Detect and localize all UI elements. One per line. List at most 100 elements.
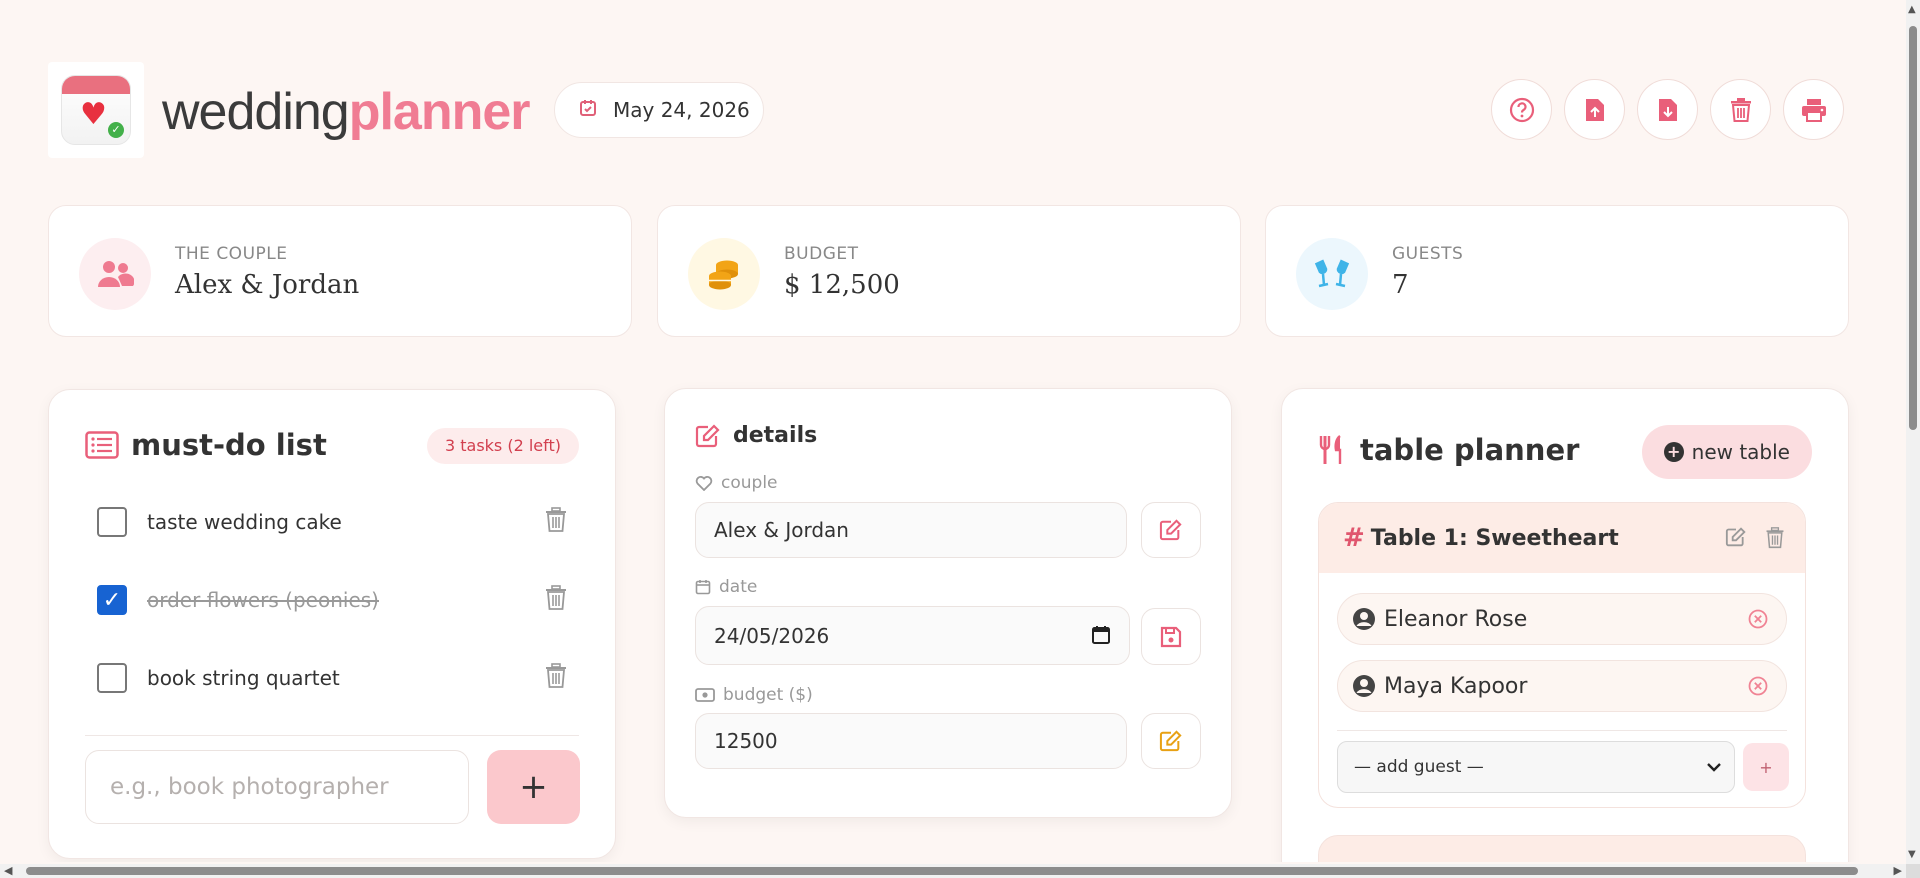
delete-task-icon[interactable] — [545, 585, 567, 615]
guest-chip: Maya Kapoor — [1337, 660, 1787, 712]
brand-title: weddingplanner — [162, 82, 531, 142]
heart-icon — [695, 476, 713, 491]
add-task-button[interactable]: + — [487, 750, 580, 824]
scroll-up-arrow-icon[interactable]: ▲ — [1908, 4, 1916, 15]
new-task-input[interactable] — [85, 750, 469, 824]
coins-icon — [688, 238, 760, 310]
new-table-label: new table — [1691, 440, 1790, 464]
couple-label: couple — [695, 473, 778, 493]
table-card-actions — [1725, 527, 1785, 553]
new-table-button[interactable]: + new table — [1641, 425, 1812, 479]
calendar-picker-icon[interactable] — [1091, 625, 1111, 650]
task-item: taste wedding cake — [97, 502, 567, 542]
money-bill-icon — [695, 688, 715, 702]
must-do-title: must-do list — [85, 428, 327, 462]
table-planner-panel: table planner + new table # Table 1: Swe… — [1281, 388, 1849, 862]
table-planner-title-text: table planner — [1360, 433, 1580, 467]
edit-icon — [1159, 519, 1182, 541]
horizontal-scrollbar[interactable]: ◀ ▶ — [0, 864, 1906, 878]
table-card: # Table 1: Sweetheart Eleanor Rose Maya … — [1318, 502, 1806, 808]
delete-task-icon[interactable] — [545, 507, 567, 537]
guest-name: Maya Kapoor — [1384, 673, 1528, 699]
date-input-value: 24/05/2026 — [714, 623, 830, 648]
couple-input[interactable]: Alex & Jordan — [695, 502, 1127, 558]
delete-task-icon[interactable] — [545, 663, 567, 693]
task-checkbox[interactable] — [97, 663, 127, 693]
users-icon — [79, 238, 151, 310]
details-title-text: details — [733, 423, 818, 448]
must-do-panel: must-do list 3 tasks (2 left) taste wedd… — [48, 389, 616, 859]
utensils-icon — [1319, 435, 1342, 464]
wedding-date-pill: May 24, 2026 — [554, 82, 764, 138]
budget-label: budget ($) — [695, 685, 813, 705]
budget-label-text: budget ($) — [723, 685, 813, 705]
divider — [1337, 730, 1787, 731]
add-guest-select[interactable]: — add guest — — [1337, 741, 1735, 793]
task-label: book string quartet — [147, 666, 340, 690]
table-card — [1318, 835, 1806, 862]
help-button[interactable] — [1491, 79, 1552, 140]
plus-circle-icon: + — [1663, 442, 1684, 462]
import-button[interactable] — [1637, 79, 1698, 140]
edit-couple-button[interactable] — [1141, 502, 1201, 558]
print-icon — [1801, 98, 1826, 122]
guest-name: Eleanor Rose — [1384, 606, 1528, 632]
list-icon — [85, 431, 119, 459]
guest-chip: Eleanor Rose — [1337, 593, 1787, 645]
table-planner-title: table planner — [1318, 433, 1579, 467]
edit-budget-button[interactable] — [1141, 713, 1201, 769]
clear-all-button[interactable] — [1710, 79, 1771, 140]
must-do-title-text: must-do list — [131, 428, 327, 462]
horizontal-scroll-thumb[interactable] — [26, 867, 1858, 875]
add-guest-button[interactable]: + — [1743, 743, 1789, 791]
table-name: Table 1: Sweetheart — [1370, 525, 1619, 551]
champagne-glasses-icon — [1296, 238, 1368, 310]
brand-title-light: wedding — [162, 83, 350, 141]
scrollbar-corner — [1906, 864, 1920, 878]
guests-stat-label: GUESTS — [1392, 244, 1464, 264]
add-guest-select-value: — add guest — — [1354, 757, 1484, 777]
scroll-left-arrow-icon[interactable]: ◀ — [4, 864, 12, 877]
header-actions — [1491, 79, 1844, 140]
file-download-icon — [1658, 98, 1677, 121]
task-item: book string quartet — [97, 658, 567, 698]
remove-guest-icon[interactable] — [1748, 676, 1768, 702]
vertical-scrollbar[interactable]: ▲ ▼ — [1906, 0, 1920, 864]
task-label: taste wedding cake — [147, 510, 342, 534]
couple-stat-label: THE COUPLE — [175, 244, 288, 264]
date-input[interactable]: 24/05/2026 — [695, 606, 1130, 665]
vertical-scroll-thumb[interactable] — [1909, 26, 1917, 430]
export-button[interactable] — [1564, 79, 1625, 140]
print-button[interactable] — [1783, 79, 1844, 140]
date-label: date — [695, 577, 757, 597]
delete-table-icon[interactable] — [1765, 527, 1785, 553]
task-count-badge: 3 tasks (2 left) — [426, 428, 579, 464]
guests-stat-card: GUESTS 7 — [1265, 205, 1849, 337]
user-circle-icon — [1353, 675, 1375, 697]
date-label-text: date — [719, 577, 758, 597]
help-icon — [1509, 97, 1534, 122]
save-icon — [1160, 626, 1182, 647]
edit-icon — [695, 423, 720, 447]
budget-stat-label: BUDGET — [784, 244, 859, 264]
chevron-down-icon — [1706, 758, 1722, 778]
scroll-right-arrow-icon[interactable]: ▶ — [1894, 864, 1902, 877]
budget-input[interactable]: 12500 — [695, 713, 1127, 769]
save-date-button[interactable] — [1141, 608, 1201, 665]
task-checkbox[interactable] — [97, 507, 127, 537]
task-checkbox[interactable]: ✓ — [97, 585, 127, 615]
calendar-check-icon — [579, 99, 597, 122]
wedding-date-text: May 24, 2026 — [613, 98, 750, 122]
app-logo: ♥ ✓ — [48, 62, 144, 158]
guests-stat-value: 7 — [1392, 270, 1409, 300]
scroll-down-arrow-icon[interactable]: ▼ — [1908, 849, 1916, 860]
remove-guest-icon[interactable] — [1748, 609, 1768, 635]
file-upload-icon — [1585, 98, 1604, 121]
task-label: order flowers (peonies) — [147, 588, 379, 612]
calendar-icon — [695, 580, 711, 595]
calendar-heart-icon: ♥ ✓ — [61, 75, 131, 145]
page: ♥ ✓ weddingplanner May 24, 2026 THE COUP… — [0, 0, 1906, 862]
edit-icon — [1159, 730, 1182, 752]
edit-table-icon[interactable] — [1725, 527, 1747, 553]
divider — [85, 735, 579, 736]
